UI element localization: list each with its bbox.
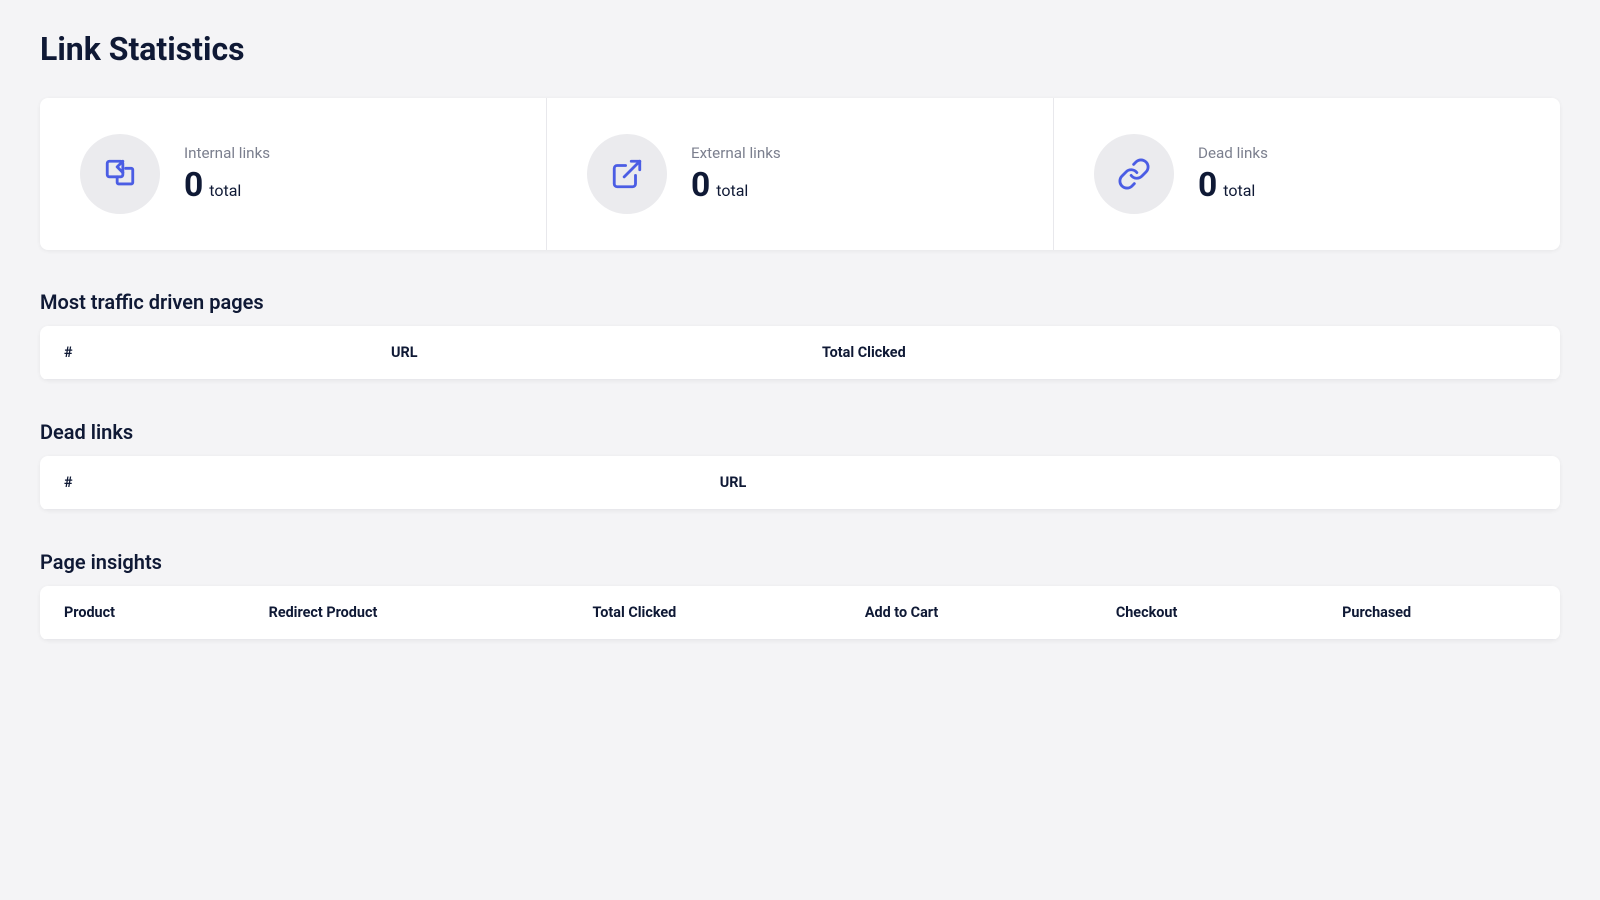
internal-link-icon-circle [80,134,160,214]
dead-links-value: 0 total [1198,166,1268,205]
dead-links-section-heading: Dead links [40,420,1560,444]
external-links-value: 0 total [691,166,781,205]
internal-links-info: Internal links 0 total [184,144,270,205]
insights-col-product: Product [40,586,245,640]
dead-links-table-container: # URL [40,456,1560,510]
traffic-table-container: # URL Total Clicked [40,326,1560,380]
internal-links-label: Internal links [184,144,270,162]
dead-links-col-number: # [40,456,696,510]
dead-links-table: # URL [40,456,1560,510]
page-insights-heading: Page insights [40,550,1560,574]
external-links-label: External links [691,144,781,162]
internal-link-icon [103,157,137,191]
traffic-col-total-clicked: Total Clicked [798,326,1560,380]
dead-links-col-url: URL [696,456,1560,510]
stats-row: Internal links 0 total External links 0 … [40,98,1560,250]
insights-col-redirect-product: Redirect Product [245,586,569,640]
stat-card-dead-links: Dead links 0 total [1054,98,1560,250]
insights-col-purchased: Purchased [1318,586,1560,640]
insights-header-row: Product Redirect Product Total Clicked A… [40,586,1560,640]
stat-card-external-links: External links 0 total [547,98,1054,250]
traffic-col-url: URL [367,326,798,380]
dead-links-info: Dead links 0 total [1198,144,1268,205]
dead-links-header-row: # URL [40,456,1560,510]
traffic-col-number: # [40,326,367,380]
traffic-table: # URL Total Clicked [40,326,1560,380]
external-links-unit: total [716,181,748,200]
page-title: Link Statistics [40,30,1560,68]
page-insights-table: Product Redirect Product Total Clicked A… [40,586,1560,640]
dead-links-label: Dead links [1198,144,1268,162]
dead-links-unit: total [1223,181,1255,200]
internal-links-value: 0 total [184,166,270,205]
traffic-section-heading: Most traffic driven pages [40,290,1560,314]
external-link-icon [610,157,644,191]
dead-link-icon [1117,157,1151,191]
external-links-info: External links 0 total [691,144,781,205]
dead-link-icon-circle [1094,134,1174,214]
external-links-number: 0 [691,166,710,205]
internal-links-number: 0 [184,166,203,205]
dead-links-number: 0 [1198,166,1217,205]
internal-links-unit: total [209,181,241,200]
traffic-table-header-row: # URL Total Clicked [40,326,1560,380]
insights-col-checkout: Checkout [1092,586,1318,640]
insights-col-add-to-cart: Add to Cart [841,586,1092,640]
insights-col-total-clicked: Total Clicked [569,586,841,640]
stat-card-internal-links: Internal links 0 total [40,98,547,250]
page-insights-table-container: Product Redirect Product Total Clicked A… [40,586,1560,640]
external-link-icon-circle [587,134,667,214]
